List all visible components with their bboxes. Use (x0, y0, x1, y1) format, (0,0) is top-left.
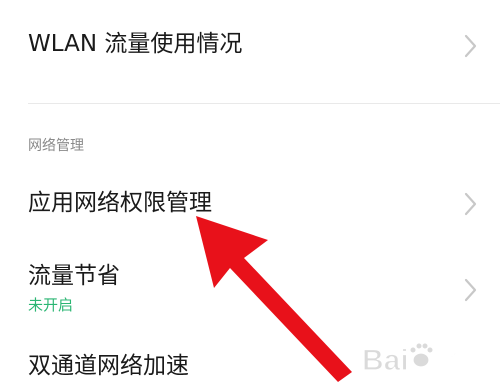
wlan-usage-row[interactable]: WLAN 流量使用情况 (0, 0, 500, 100)
data-saver-status: 未开启 (28, 296, 74, 314)
data-saver-row[interactable]: 流量节省 (0, 250, 500, 330)
section-header-network: 网络管理 (28, 138, 84, 154)
settings-screen: WLAN 流量使用情况 网络管理 应用网络权限管理 流量节省 未开启 双通道网络… (0, 0, 500, 385)
svg-text:Bai: Bai (362, 344, 409, 377)
app-network-permissions-row[interactable]: 应用网络权限管理 (0, 168, 500, 238)
dual-channel-acceleration-label: 双通道网络加速 (28, 353, 189, 379)
baidu-jingyan-watermark: Bai 经验 (361, 342, 485, 378)
svg-text:经验: 经验 (436, 348, 484, 376)
chevron-right-icon (464, 34, 477, 58)
data-saver-label: 流量节省 (28, 263, 120, 289)
divider (28, 103, 500, 104)
chevron-right-icon (464, 192, 477, 216)
app-network-permissions-label: 应用网络权限管理 (28, 190, 212, 216)
chevron-right-icon (464, 278, 477, 302)
wlan-usage-label: WLAN 流量使用情况 (28, 31, 243, 57)
